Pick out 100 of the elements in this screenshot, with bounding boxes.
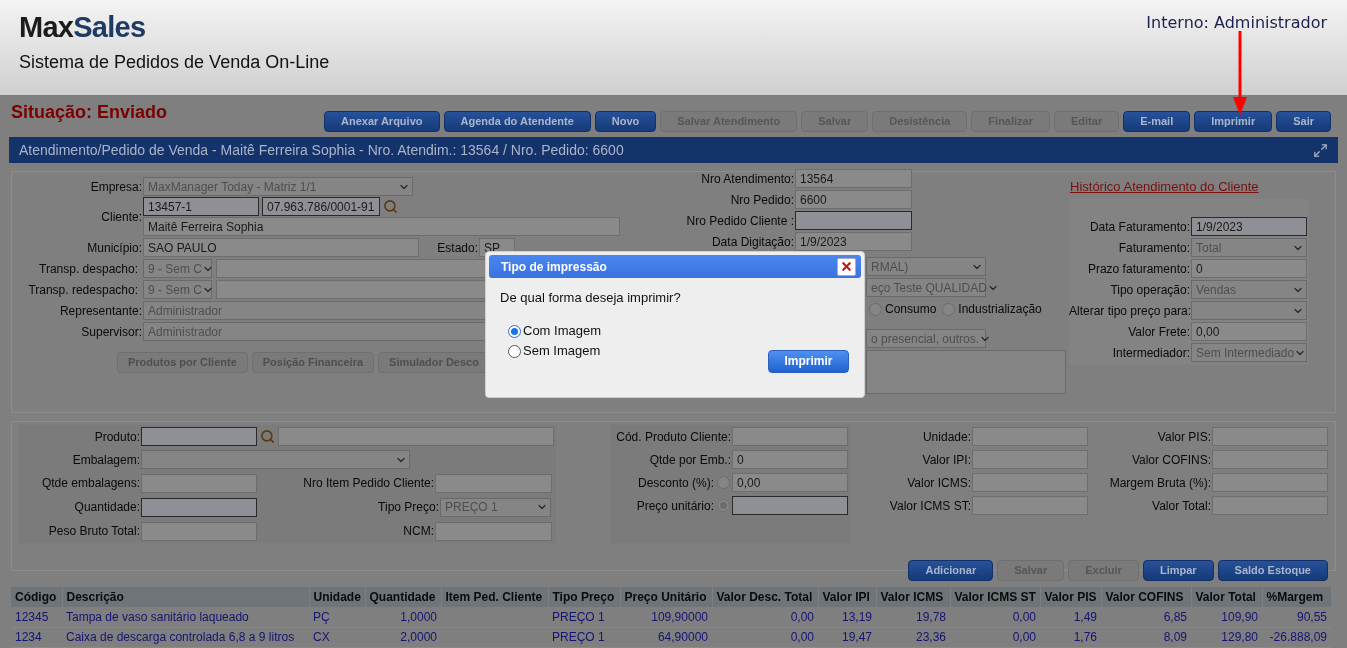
toolbar-button[interactable]: Adicionar — [908, 560, 994, 581]
text-field[interactable] — [732, 496, 848, 515]
text-field[interactable] — [1212, 473, 1328, 492]
table-cell: 1234 — [11, 627, 62, 647]
radio-button[interactable] — [717, 499, 730, 512]
column-header[interactable]: Tipo Preço — [548, 587, 620, 607]
text-field[interactable]: 13457-1 — [143, 197, 259, 216]
column-header[interactable]: Valor COFINS — [1101, 587, 1191, 607]
history-link[interactable]: Histórico Atendimento do Cliente — [1070, 177, 1309, 199]
toolbar-button[interactable]: Agenda do Atendente — [443, 111, 591, 132]
text-field[interactable] — [1212, 496, 1328, 515]
field-label: Quantidade: — [73, 499, 141, 516]
text-field[interactable]: 0,00 — [1191, 322, 1307, 341]
app-subtitle: Sistema de Pedidos de Venda On-Line — [19, 51, 330, 74]
table-cell: 0,00 — [712, 627, 818, 647]
text-field[interactable] — [278, 427, 554, 446]
table-cell: 12345 — [11, 607, 62, 627]
field-label: Transp. redespacho: — [27, 281, 139, 299]
user-label: Interno: Administrador — [1146, 12, 1327, 34]
column-header[interactable]: Valor ICMS — [876, 587, 950, 607]
text-field[interactable] — [795, 211, 912, 230]
toolbar-button[interactable]: Anexar Arquivo — [324, 111, 440, 132]
text-field[interactable] — [141, 497, 257, 517]
table-cell: 129,80 — [1191, 627, 1262, 647]
search-icon[interactable] — [383, 199, 398, 214]
table-cell: 23,36 — [876, 627, 950, 647]
text-field[interactable] — [732, 427, 848, 446]
table-cell: CX — [309, 627, 365, 647]
brand-logo: MaxSales — [19, 10, 147, 44]
text-field[interactable]: SAO PAULO — [143, 238, 419, 257]
table-cell: 13,19 — [818, 607, 876, 627]
text-field[interactable] — [141, 473, 257, 493]
print-button[interactable]: Imprimir — [768, 349, 849, 373]
text-field[interactable]: 07.963.786/0001-91 — [262, 197, 380, 216]
text-field[interactable] — [435, 521, 552, 541]
field-label: Cód. Produto Cliente: — [615, 428, 732, 446]
field-label: Valor COFINS: — [1130, 451, 1212, 469]
text-field[interactable] — [972, 427, 1088, 446]
radio-button[interactable] — [942, 302, 956, 316]
column-header[interactable]: Item Ped. Cliente — [441, 587, 548, 607]
table-cell: 1,0000 — [365, 607, 441, 627]
close-button[interactable] — [837, 257, 856, 276]
radio-button[interactable] — [717, 476, 730, 489]
field-label: Estado: — [436, 239, 479, 257]
table-cell: Caixa de descarga controlada 6,8 a 9 litros — [62, 627, 309, 647]
field-label: Nro Pedido Cliente : — [685, 212, 795, 230]
field-label: Valor IPI: — [921, 451, 972, 469]
column-header[interactable]: Valor IPI — [818, 587, 876, 607]
column-header[interactable]: Quantidade — [365, 587, 441, 607]
field-label: Empresa: — [89, 178, 143, 196]
column-header[interactable]: Valor ICMS ST — [950, 587, 1040, 607]
text-field[interactable]: 0,00 — [732, 473, 848, 492]
text-field[interactable]: 13564 — [795, 169, 912, 188]
field-label: Tipo Preço: — [377, 499, 440, 516]
toolbar-button[interactable]: E-mail — [1123, 111, 1191, 132]
radio-button[interactable] — [869, 302, 882, 316]
text-field[interactable] — [141, 521, 257, 541]
text-field[interactable] — [435, 473, 552, 493]
field-label: Intermediador: — [1111, 344, 1191, 362]
expand-icon[interactable] — [1313, 142, 1328, 158]
text-field[interactable] — [972, 450, 1088, 469]
toolbar-button[interactable]: Imprimir — [1194, 111, 1273, 132]
column-header[interactable]: Preço Unitário — [620, 587, 712, 607]
text-field[interactable] — [1212, 427, 1328, 446]
toolbar-button[interactable]: Limpar — [1142, 560, 1214, 581]
panel-title: Atendimento/Pedido de Venda - Maitê Ferreira Sophia - Nro. Atendim.: 13564 / Nro. Pedido: 6600 — [19, 140, 624, 160]
toolbar-button[interactable]: Saldo Estoque — [1217, 560, 1328, 581]
field-label: Nro Pedido: — [729, 191, 795, 209]
text-field[interactable]: 0 — [732, 450, 848, 469]
column-header[interactable]: Valor PIS — [1040, 587, 1101, 607]
text-field[interactable]: 0 — [1191, 259, 1307, 278]
column-header[interactable]: Unidade — [309, 587, 365, 607]
column-header[interactable]: Código — [11, 587, 62, 607]
table-cell: 64,90000 — [620, 627, 712, 647]
field-label: Data Digitação: — [710, 233, 795, 251]
table-cell: Tampa de vaso sanitário laqueado — [62, 607, 309, 627]
column-header[interactable]: Valor Total — [1191, 587, 1262, 607]
text-field[interactable]: 1/9/2023 — [1191, 217, 1307, 236]
text-field[interactable] — [141, 427, 257, 446]
toolbar-button[interactable]: Novo — [594, 111, 657, 132]
radio-button[interactable] — [508, 324, 521, 338]
column-header[interactable]: Descrição — [62, 587, 309, 607]
text-field[interactable]: 1/9/2023 — [795, 232, 912, 251]
text-field[interactable]: Maitê Ferreira Sophia — [143, 217, 620, 236]
dropdown[interactable] — [1191, 301, 1307, 320]
text-field[interactable]: 6600 — [795, 190, 912, 209]
field-label: Nro Item Pedido Cliente: — [302, 475, 435, 492]
field-label: Tipo operação: — [1109, 281, 1191, 299]
text-field[interactable] — [1212, 450, 1328, 469]
radio-button[interactable] — [508, 344, 521, 358]
column-header[interactable]: %Margem — [1262, 587, 1331, 607]
text-field[interactable] — [972, 496, 1088, 515]
field-label: Data Faturamento: — [1088, 218, 1191, 236]
notes-textarea[interactable] — [866, 350, 1066, 394]
text-field[interactable] — [972, 473, 1088, 492]
search-icon[interactable] — [260, 429, 275, 444]
toolbar-button[interactable]: Sair — [1276, 111, 1331, 132]
column-header[interactable]: Valor Desc. Total — [712, 587, 818, 607]
field-label: Qtde embalagens: — [40, 475, 141, 492]
field-label: Qtde por Emb.: — [648, 451, 732, 469]
